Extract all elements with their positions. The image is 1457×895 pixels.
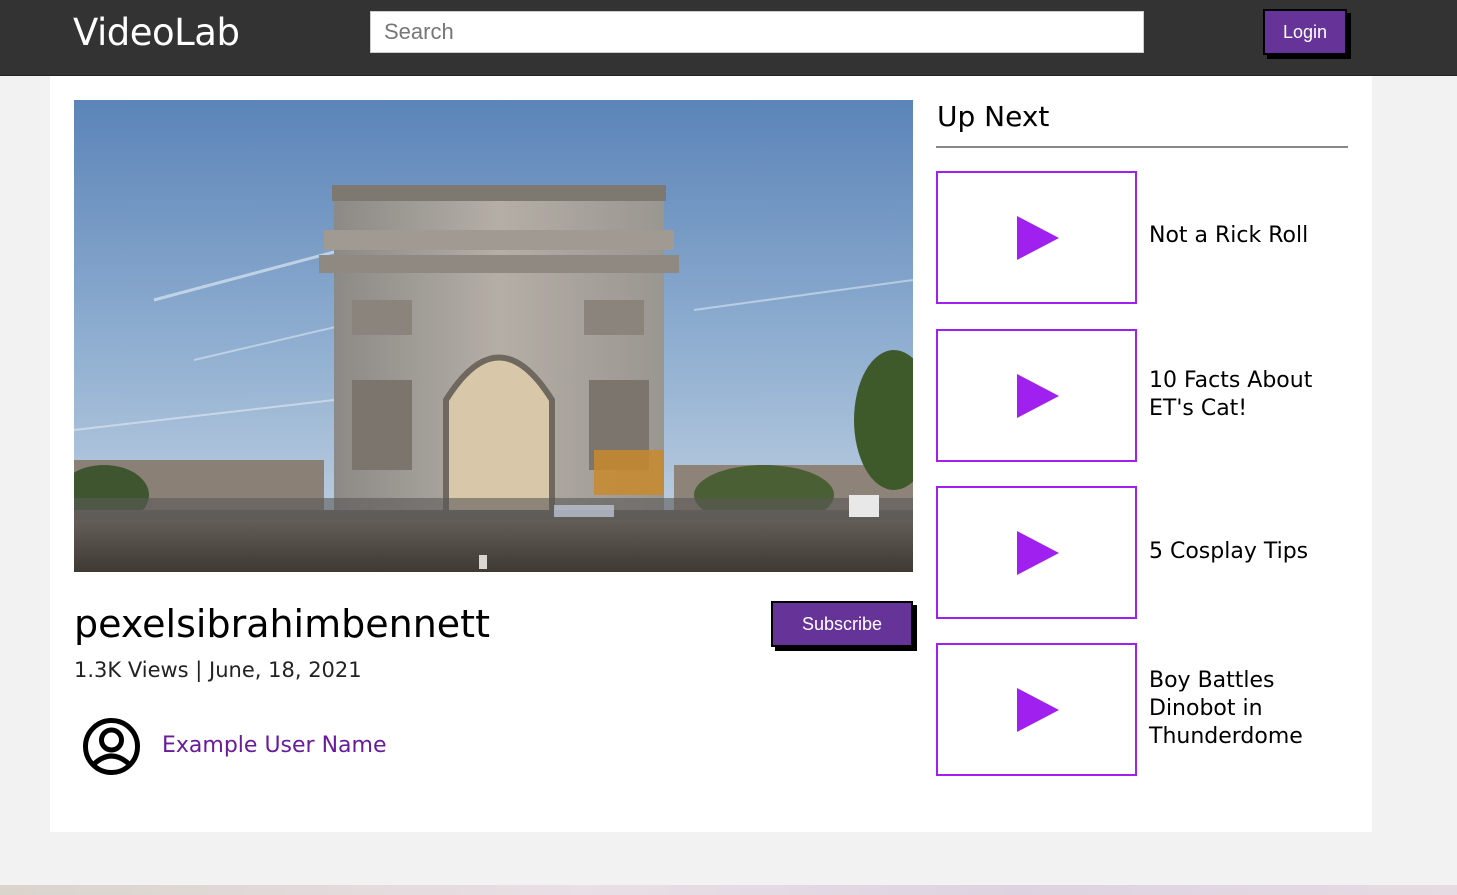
play-icon xyxy=(1017,688,1059,732)
up-next-item[interactable]: 5 Cosplay Tips xyxy=(936,486,1348,620)
login-button[interactable]: Login xyxy=(1263,9,1347,55)
up-next-title[interactable]: Boy Battles Dinobot in Thunderdome xyxy=(1149,667,1339,751)
video-thumbnail-image xyxy=(74,100,913,572)
video-meta: 1.3K Views | June, 18, 2021 xyxy=(74,658,362,682)
channel-user-name-link[interactable]: Example User Name xyxy=(162,733,386,758)
up-next-title[interactable]: Not a Rick Roll xyxy=(1149,222,1339,250)
main-content: pexelsibrahimbennett 1.3K Views | June, … xyxy=(50,76,1372,832)
user-avatar-icon[interactable] xyxy=(83,718,140,775)
play-icon xyxy=(1017,374,1059,418)
bottom-edge-strip xyxy=(0,885,1457,895)
site-logo[interactable]: VideoLab xyxy=(73,11,240,54)
up-next-thumbnail[interactable] xyxy=(936,171,1137,304)
subscribe-button[interactable]: Subscribe xyxy=(771,601,913,647)
up-next-item[interactable]: Not a Rick Roll xyxy=(936,171,1348,305)
video-title: pexelsibrahimbennett xyxy=(74,602,490,646)
up-next-item[interactable]: 10 Facts About ET's Cat! xyxy=(936,329,1348,463)
up-next-item[interactable]: Boy Battles Dinobot in Thunderdome xyxy=(936,643,1348,777)
up-next-thumbnail[interactable] xyxy=(936,329,1137,462)
up-next-thumbnail[interactable] xyxy=(936,643,1137,776)
play-icon xyxy=(1017,531,1059,575)
up-next-thumbnail[interactable] xyxy=(936,486,1137,619)
up-next-divider xyxy=(936,146,1348,148)
search-input[interactable] xyxy=(370,11,1144,53)
video-player[interactable] xyxy=(74,100,913,572)
up-next-title[interactable]: 10 Facts About ET's Cat! xyxy=(1149,367,1339,423)
play-icon xyxy=(1017,216,1059,260)
up-next-heading: Up Next xyxy=(937,100,1050,133)
top-navigation-bar: VideoLab Login xyxy=(0,0,1457,76)
up-next-title[interactable]: 5 Cosplay Tips xyxy=(1149,538,1339,566)
